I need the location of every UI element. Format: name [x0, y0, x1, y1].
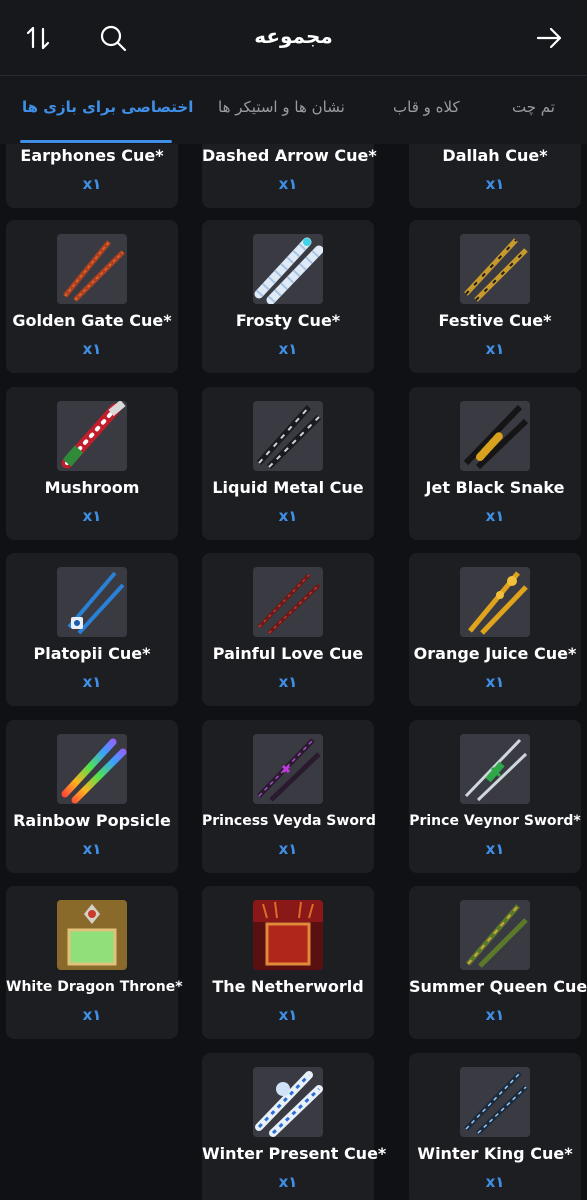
collection-item[interactable]: Golden Gate Cue* x۱	[6, 220, 178, 373]
item-name: Orange Juice Cue*	[413, 644, 577, 663]
cue-thumbnail	[460, 1067, 530, 1137]
collection-item[interactable]: Rainbow Popsicle x۱	[6, 720, 178, 873]
collection-item[interactable]: White Dragon Throne* x۱	[6, 886, 183, 1039]
top-bar: مجموعه	[0, 0, 587, 76]
collection-item[interactable]: Earphones Cue* x۱	[6, 144, 178, 208]
item-quantity: x۱	[485, 673, 505, 691]
cue-thumbnail	[460, 734, 530, 804]
collection-grid: Earphones Cue* x۱ Dashed Arrow Cue* x۱ D…	[0, 144, 587, 1200]
active-tab-indicator	[20, 140, 172, 143]
item-name: Golden Gate Cue*	[12, 311, 172, 330]
item-quantity: x۱	[485, 340, 505, 358]
cue-thumbnail	[253, 401, 323, 471]
cue-thumbnail	[57, 734, 127, 804]
item-quantity: x۱	[82, 840, 102, 858]
collection-item[interactable]: Dallah Cue* x۱	[409, 144, 581, 208]
cue-thumbnail	[253, 234, 323, 304]
cue-thumbnail	[253, 734, 323, 804]
collection-item[interactable]: Jet Black Snake x۱	[409, 387, 581, 540]
item-name: Frosty Cue*	[235, 311, 341, 330]
item-name: The Netherworld	[212, 977, 364, 996]
item-name: Summer Queen Cue*	[409, 977, 587, 996]
item-quantity: x۱	[82, 175, 102, 193]
item-name: Painful Love Cue	[212, 644, 364, 663]
tab-badges-stickers[interactable]: نشان ها و استیکر ها	[218, 98, 345, 116]
collection-item[interactable]: Summer Queen Cue* x۱	[409, 886, 587, 1039]
item-quantity: x۱	[485, 840, 505, 858]
item-name: Festive Cue*	[438, 311, 552, 330]
item-name: Mushroom	[44, 478, 140, 497]
collection-item[interactable]: Orange Juice Cue* x۱	[409, 553, 581, 706]
item-name: Rainbow Popsicle	[13, 811, 171, 830]
item-name: Dashed Arrow Cue*	[202, 146, 377, 165]
item-quantity: x۱	[82, 673, 102, 691]
item-quantity: x۱	[278, 1173, 298, 1191]
item-name: Liquid Metal Cue	[212, 478, 364, 497]
collection-item[interactable]: Mushroom x۱	[6, 387, 178, 540]
arrow-right-icon[interactable]	[531, 20, 567, 56]
cue-thumbnail	[460, 401, 530, 471]
collection-item[interactable]: Liquid Metal Cue x۱	[202, 387, 374, 540]
collection-item[interactable]: Dashed Arrow Cue* x۱	[202, 144, 377, 208]
item-name: Princess Veyda Sword	[202, 813, 376, 829]
item-quantity: x۱	[278, 673, 298, 691]
tab-hats-frames[interactable]: کلاه و قاب	[393, 98, 460, 116]
item-name: Earphones Cue*	[20, 146, 164, 165]
collection-item[interactable]: Winter King Cue* x۱	[409, 1053, 581, 1200]
collection-item[interactable]: Platopii Cue* x۱	[6, 553, 178, 706]
table-thumbnail	[253, 900, 323, 970]
cue-thumbnail	[460, 234, 530, 304]
cue-thumbnail	[57, 401, 127, 471]
tab-game-exclusive[interactable]: اختصاصی برای بازی ها	[22, 98, 193, 116]
collection-item[interactable]: Festive Cue* x۱	[409, 220, 581, 373]
cue-thumbnail	[253, 567, 323, 637]
collection-item[interactable]: The Netherworld x۱	[202, 886, 374, 1039]
cue-thumbnail	[253, 1067, 323, 1137]
item-quantity: x۱	[485, 1173, 505, 1191]
collection-item[interactable]: Frosty Cue* x۱	[202, 220, 374, 373]
item-quantity: x۱	[278, 507, 298, 525]
tab-chat-theme[interactable]: تم چت	[512, 98, 555, 116]
item-quantity: x۱	[278, 1006, 298, 1024]
item-quantity: x۱	[278, 840, 298, 858]
item-name: Winter Present Cue*	[202, 1144, 387, 1163]
item-quantity: x۱	[82, 340, 102, 358]
collection-item[interactable]: Prince Veynor Sword* x۱	[409, 720, 581, 873]
category-tabs: اختصاصی برای بازی ها نشان ها و استیکر ها…	[0, 76, 587, 144]
collection-item[interactable]: Painful Love Cue x۱	[202, 553, 374, 706]
item-quantity: x۱	[82, 507, 102, 525]
item-name: Winter King Cue*	[417, 1144, 573, 1163]
item-quantity: x۱	[82, 1006, 102, 1024]
collection-item[interactable]: Princess Veyda Sword x۱	[202, 720, 376, 873]
item-quantity: x۱	[485, 1006, 505, 1024]
item-quantity: x۱	[278, 340, 298, 358]
item-quantity: x۱	[485, 507, 505, 525]
item-name: Jet Black Snake	[425, 478, 565, 497]
item-name: Platopii Cue*	[33, 644, 151, 663]
item-name: Prince Veynor Sword*	[409, 813, 581, 829]
item-name: Dallah Cue*	[442, 146, 548, 165]
page-title: مجموعه	[254, 24, 333, 48]
table-thumbnail	[57, 900, 127, 970]
cue-thumbnail	[460, 567, 530, 637]
item-quantity: x۱	[278, 175, 298, 193]
cue-thumbnail	[57, 567, 127, 637]
collection-item[interactable]: Winter Present Cue* x۱	[202, 1053, 387, 1200]
item-name: White Dragon Throne*	[6, 979, 183, 995]
item-quantity: x۱	[485, 175, 505, 193]
cue-thumbnail	[460, 900, 530, 970]
cue-thumbnail	[57, 234, 127, 304]
